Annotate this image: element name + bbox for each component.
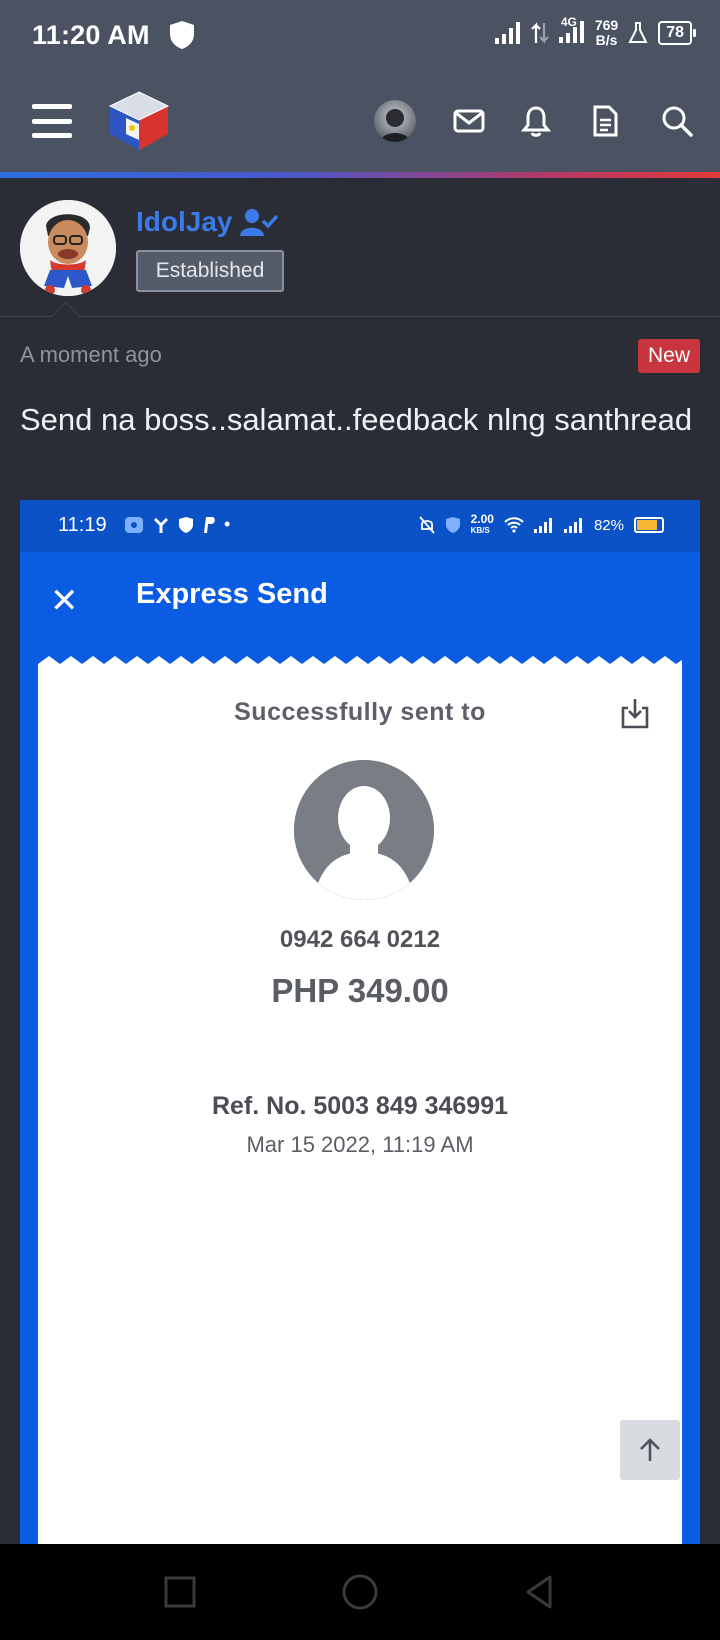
battery-icon: [634, 517, 664, 533]
signal-4g: 4G: [558, 15, 585, 48]
data-transfer-icon: [531, 22, 549, 44]
sent-amount: PHP 349.00: [271, 972, 449, 1009]
verified-user-icon: [240, 209, 279, 236]
speed-unit: B/s: [595, 32, 618, 48]
post-timestamp[interactable]: A moment ago: [20, 342, 162, 368]
search-icon[interactable]: [660, 104, 694, 138]
new-badge: New: [638, 339, 700, 373]
post-body-text: Send na boss..salamat..feedback nlng san…: [20, 402, 693, 437]
close-icon: ✕: [50, 582, 79, 620]
embedded-speed-value: 2.00: [470, 512, 494, 526]
embedded-notification-icons: •: [124, 514, 230, 535]
chat-app-icon: [125, 516, 143, 533]
system-navigation-bar: [0, 1544, 720, 1640]
bell-icon[interactable]: [519, 104, 553, 138]
back-icon[interactable]: [520, 1572, 560, 1612]
reference-number: Ref. No. 5003 849 346991: [211, 1092, 509, 1120]
embedded-speed: 2.00 KB/S: [470, 512, 494, 536]
status-time: 11:20 AM: [32, 20, 150, 50]
scroll-to-top-button[interactable]: [620, 1420, 680, 1480]
dollar-shield-icon: [445, 517, 460, 533]
embedded-speed-unit: KB/S: [470, 526, 490, 535]
shield-small-icon: [179, 516, 193, 533]
network-type: 4G: [560, 14, 577, 29]
home-icon[interactable]: [340, 1572, 380, 1612]
recipient-avatar-icon: [294, 760, 434, 900]
embedded-status-right: 2.00 KB/S 82%: [418, 512, 664, 536]
download-icon: [621, 699, 649, 729]
status-right: 4G 769 B/s 78: [494, 15, 696, 48]
transaction-date: Mar 15 2022, 11:19 AM: [246, 1132, 474, 1157]
mute-icon: [418, 516, 435, 534]
divider-notch: [51, 301, 81, 331]
receipt-heading: Successfully sent to: [234, 698, 486, 726]
signal-icon: [533, 518, 552, 533]
post-image-attachment[interactable]: 11:19 • 2.00 KB/S 82% ✕ Express Send Suc: [20, 500, 700, 1544]
status-bar: 11:20 AM 4G 769 B/s 78: [0, 0, 720, 72]
document-icon[interactable]: [588, 104, 622, 138]
embedded-status-bar: 11:19 • 2.00 KB/S 82%: [20, 500, 700, 552]
signal-icon: [494, 22, 520, 44]
author-name-row: IdolJay: [136, 206, 279, 238]
author-name[interactable]: IdolJay: [136, 206, 232, 238]
speed-value: 769: [594, 17, 619, 33]
user-avatar[interactable]: [374, 100, 416, 142]
embedded-status-time: 11:19: [58, 514, 107, 536]
recents-icon[interactable]: [160, 1572, 200, 1612]
flask-icon: [628, 22, 648, 43]
mail-icon[interactable]: [452, 104, 486, 138]
shield-icon: [170, 21, 194, 49]
status-dot-icon: •: [224, 514, 231, 534]
battery-indicator: 78: [658, 21, 696, 45]
express-send-title: Express Send: [136, 578, 328, 610]
menu-icon[interactable]: [32, 104, 72, 138]
receipt-card: Successfully sent to 0942 664 0212 PHP 3…: [38, 670, 682, 1544]
embedded-battery-text: 82%: [593, 516, 624, 534]
wifi-icon: [504, 517, 524, 533]
arrow-up-icon: [640, 1438, 660, 1461]
user-title-badge: Established: [136, 250, 284, 292]
author-avatar[interactable]: [20, 200, 116, 296]
header-accent-bar: [0, 172, 720, 178]
post-divider: [0, 316, 720, 317]
recipient-phone: 0942 664 0212: [279, 926, 441, 953]
network-speed: 769 B/s: [595, 18, 618, 48]
site-logo[interactable]: [106, 88, 172, 154]
paypal-icon: [204, 516, 215, 533]
fan-icon: [153, 517, 169, 533]
signal-icon: [563, 518, 582, 533]
